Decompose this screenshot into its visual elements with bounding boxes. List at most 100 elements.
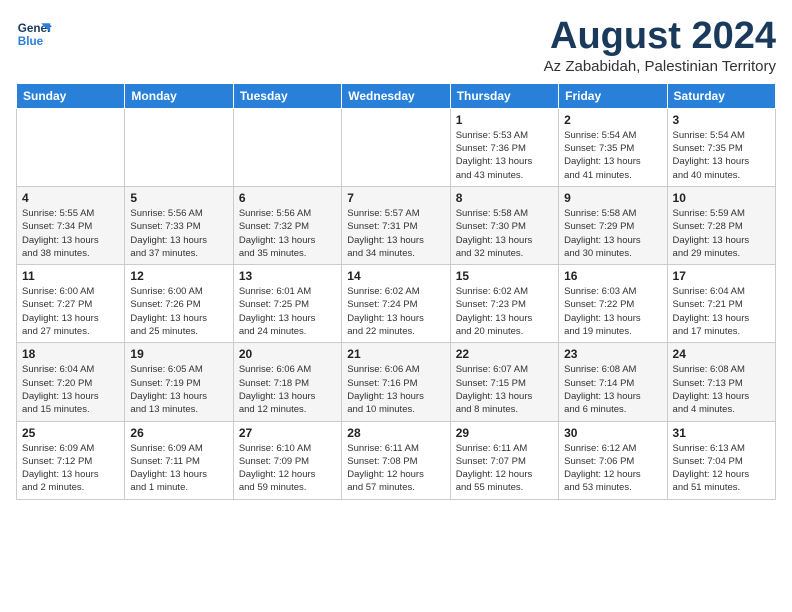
day-number: 28 [347,426,444,440]
day-info: Sunrise: 6:02 AM Sunset: 7:23 PM Dayligh… [456,285,553,338]
day-info: Sunrise: 6:11 AM Sunset: 7:08 PM Dayligh… [347,442,444,495]
calendar-cell: 2 Sunrise: 5:54 AM Sunset: 7:35 PM Daylig… [559,108,667,186]
day-number: 7 [347,191,444,205]
weekday-header-thursday: Thursday [450,83,558,108]
calendar-cell: 16Sunrise: 6:03 AM Sunset: 7:22 PM Dayli… [559,265,667,343]
day-number: 12 [130,269,227,283]
day-number: 3 [673,113,770,127]
location-subtitle: Az Zababidah, Palestinian Territory [544,58,776,75]
day-number: 20 [239,347,336,361]
day-info: Sunrise: 6:13 AM Sunset: 7:04 PM Dayligh… [673,442,770,495]
day-number: 30 [564,426,661,440]
logo: General Blue [16,16,52,52]
day-info: Sunrise: 6:09 AM Sunset: 7:11 PM Dayligh… [130,442,227,495]
weekday-header-sunday: Sunday [17,83,125,108]
calendar-week-row: 18 Sunrise: 6:04 AM Sunset: 7:20 PM Dayli… [17,343,776,421]
calendar-cell: 11 Sunrise: 6:00 AM Sunset: 7:27 PM Dayli… [17,265,125,343]
day-info: Sunrise: 6:04 AM Sunset: 7:20 PM Dayligh… [22,363,119,416]
day-info: Sunrise: 6:01 AM Sunset: 7:25 PM Dayligh… [239,285,336,338]
day-number: 11 [22,269,119,283]
day-info: Sunrise: 6:00 AM Sunset: 7:27 PM Dayligh… [22,285,119,338]
calendar-cell: 21Sunrise: 6:06 AM Sunset: 7:16 PM Dayli… [342,343,450,421]
calendar-cell: 3 Sunrise: 5:54 AM Sunset: 7:35 PM Daylig… [667,108,775,186]
day-info: Sunrise: 5:55 AM Sunset: 7:34 PM Dayligh… [22,207,119,260]
calendar-cell: 29Sunrise: 6:11 AM Sunset: 7:07 PM Dayli… [450,421,558,499]
day-info: Sunrise: 5:58 AM Sunset: 7:29 PM Dayligh… [564,207,661,260]
day-number: 31 [673,426,770,440]
calendar-cell: 26 Sunrise: 6:09 AM Sunset: 7:11 PM Dayli… [125,421,233,499]
logo-icon: General Blue [16,16,52,52]
calendar-cell [17,108,125,186]
day-info: Sunrise: 5:53 AM Sunset: 7:36 PM Dayligh… [456,129,553,182]
day-info: Sunrise: 6:12 AM Sunset: 7:06 PM Dayligh… [564,442,661,495]
day-number: 2 [564,113,661,127]
calendar-cell: 12 Sunrise: 6:00 AM Sunset: 7:26 PM Dayli… [125,265,233,343]
day-number: 18 [22,347,119,361]
day-number: 1 [456,113,553,127]
day-number: 22 [456,347,553,361]
calendar-cell: 8Sunrise: 5:58 AM Sunset: 7:30 PM Daylig… [450,186,558,264]
day-info: Sunrise: 5:56 AM Sunset: 7:32 PM Dayligh… [239,207,336,260]
day-number: 27 [239,426,336,440]
calendar-cell [125,108,233,186]
day-number: 24 [673,347,770,361]
calendar-cell: 17Sunrise: 6:04 AM Sunset: 7:21 PM Dayli… [667,265,775,343]
calendar-cell: 19Sunrise: 6:05 AM Sunset: 7:19 PM Dayli… [125,343,233,421]
day-number: 14 [347,269,444,283]
day-number: 9 [564,191,661,205]
calendar-cell: 23 Sunrise: 6:08 AM Sunset: 7:14 PM Dayli… [559,343,667,421]
day-info: Sunrise: 6:04 AM Sunset: 7:21 PM Dayligh… [673,285,770,338]
calendar-cell: 28 Sunrise: 6:11 AM Sunset: 7:08 PM Dayli… [342,421,450,499]
day-info: Sunrise: 5:59 AM Sunset: 7:28 PM Dayligh… [673,207,770,260]
day-number: 13 [239,269,336,283]
calendar-cell: 4 Sunrise: 5:55 AM Sunset: 7:34 PM Daylig… [17,186,125,264]
calendar-week-row: 11 Sunrise: 6:00 AM Sunset: 7:27 PM Dayli… [17,265,776,343]
day-number: 5 [130,191,227,205]
calendar-cell: 22 Sunrise: 6:07 AM Sunset: 7:15 PM Dayli… [450,343,558,421]
day-number: 4 [22,191,119,205]
calendar-cell: 10 Sunrise: 5:59 AM Sunset: 7:28 PM Dayli… [667,186,775,264]
calendar-cell: 5Sunrise: 5:56 AM Sunset: 7:33 PM Daylig… [125,186,233,264]
day-info: Sunrise: 6:02 AM Sunset: 7:24 PM Dayligh… [347,285,444,338]
day-info: Sunrise: 6:08 AM Sunset: 7:14 PM Dayligh… [564,363,661,416]
day-number: 6 [239,191,336,205]
calendar-table: SundayMondayTuesdayWednesdayThursdayFrid… [16,83,776,500]
svg-text:Blue: Blue [18,35,44,48]
day-number: 15 [456,269,553,283]
weekday-header-tuesday: Tuesday [233,83,341,108]
page-header: General Blue August 2024 Az Zababidah, P… [16,16,776,75]
day-info: Sunrise: 6:06 AM Sunset: 7:18 PM Dayligh… [239,363,336,416]
weekday-header-monday: Monday [125,83,233,108]
calendar-cell: 27 Sunrise: 6:10 AM Sunset: 7:09 PM Dayli… [233,421,341,499]
day-info: Sunrise: 6:05 AM Sunset: 7:19 PM Dayligh… [130,363,227,416]
calendar-week-row: 25Sunrise: 6:09 AM Sunset: 7:12 PM Dayli… [17,421,776,499]
calendar-cell: 24Sunrise: 6:08 AM Sunset: 7:13 PM Dayli… [667,343,775,421]
day-number: 25 [22,426,119,440]
day-info: Sunrise: 5:58 AM Sunset: 7:30 PM Dayligh… [456,207,553,260]
weekday-header-friday: Friday [559,83,667,108]
day-info: Sunrise: 6:07 AM Sunset: 7:15 PM Dayligh… [456,363,553,416]
calendar-cell: 6 Sunrise: 5:56 AM Sunset: 7:32 PM Daylig… [233,186,341,264]
day-info: Sunrise: 6:10 AM Sunset: 7:09 PM Dayligh… [239,442,336,495]
month-year-title: August 2024 [544,16,776,58]
day-number: 23 [564,347,661,361]
day-info: Sunrise: 5:54 AM Sunset: 7:35 PM Dayligh… [673,129,770,182]
calendar-cell: 20 Sunrise: 6:06 AM Sunset: 7:18 PM Dayli… [233,343,341,421]
calendar-cell: 25Sunrise: 6:09 AM Sunset: 7:12 PM Dayli… [17,421,125,499]
calendar-cell: 7Sunrise: 5:57 AM Sunset: 7:31 PM Daylig… [342,186,450,264]
calendar-cell [342,108,450,186]
day-number: 10 [673,191,770,205]
calendar-cell [233,108,341,186]
day-info: Sunrise: 6:00 AM Sunset: 7:26 PM Dayligh… [130,285,227,338]
title-block: August 2024 Az Zababidah, Palestinian Te… [544,16,776,75]
calendar-week-row: 1 Sunrise: 5:53 AM Sunset: 7:36 PM Daylig… [17,108,776,186]
day-number: 21 [347,347,444,361]
day-info: Sunrise: 5:54 AM Sunset: 7:35 PM Dayligh… [564,129,661,182]
weekday-header-row: SundayMondayTuesdayWednesdayThursdayFrid… [17,83,776,108]
calendar-cell: 18 Sunrise: 6:04 AM Sunset: 7:20 PM Dayli… [17,343,125,421]
weekday-header-wednesday: Wednesday [342,83,450,108]
calendar-cell: 9 Sunrise: 5:58 AM Sunset: 7:29 PM Daylig… [559,186,667,264]
calendar-cell: 14 Sunrise: 6:02 AM Sunset: 7:24 PM Dayli… [342,265,450,343]
calendar-week-row: 4 Sunrise: 5:55 AM Sunset: 7:34 PM Daylig… [17,186,776,264]
day-number: 26 [130,426,227,440]
